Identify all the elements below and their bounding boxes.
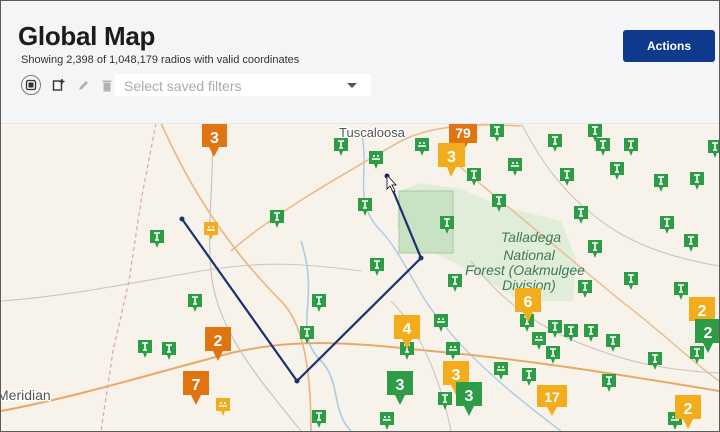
- saved-filters-select[interactable]: Select saved filters: [115, 74, 371, 96]
- svg-text:2: 2: [698, 303, 707, 320]
- svg-text:3: 3: [210, 130, 219, 147]
- edit-icon[interactable]: [73, 75, 93, 95]
- svg-text:3: 3: [452, 367, 461, 384]
- forest-label-line2: National: [503, 247, 555, 263]
- filter-toolbar: [21, 74, 121, 96]
- radio-count-summary: Showing 2,398 of 1,048,179 radios with v…: [21, 54, 300, 66]
- new-filter-icon[interactable]: [21, 75, 41, 95]
- saved-filters-placeholder: Select saved filters: [124, 78, 242, 94]
- route-vertex[interactable]: [294, 378, 300, 384]
- add-filter-icon[interactable]: [49, 75, 69, 95]
- svg-text:3: 3: [447, 149, 456, 166]
- actions-button[interactable]: Actions: [623, 30, 715, 62]
- page-header: Global Map Showing 2,398 of 1,048,179 ra…: [1, 1, 719, 124]
- svg-text:2: 2: [214, 333, 223, 350]
- svg-text:2: 2: [704, 325, 713, 342]
- delete-icon[interactable]: [97, 75, 117, 95]
- chevron-down-icon: [347, 83, 357, 88]
- svg-text:6: 6: [524, 294, 533, 311]
- svg-text:7: 7: [192, 377, 201, 394]
- page-title: Global Map: [18, 21, 156, 51]
- route-vertex[interactable]: [179, 216, 185, 222]
- forest-label-line1: Talladega: [501, 229, 561, 245]
- svg-text:3: 3: [465, 388, 474, 405]
- svg-text:3: 3: [396, 377, 405, 394]
- city-label-tuscaloosa: Tuscaloosa: [339, 125, 406, 140]
- route-vertex[interactable]: [418, 255, 424, 261]
- city-label-meridian: Meridian: [1, 387, 51, 403]
- svg-text:2: 2: [684, 401, 693, 418]
- svg-text:79: 79: [455, 125, 471, 141]
- svg-text:17: 17: [544, 389, 560, 405]
- svg-text:4: 4: [403, 321, 412, 338]
- app-window: Tuscaloosa Talladega National Forest (Oa…: [0, 0, 720, 432]
- forest-label-line3: Forest (Oakmulgee: [465, 262, 585, 278]
